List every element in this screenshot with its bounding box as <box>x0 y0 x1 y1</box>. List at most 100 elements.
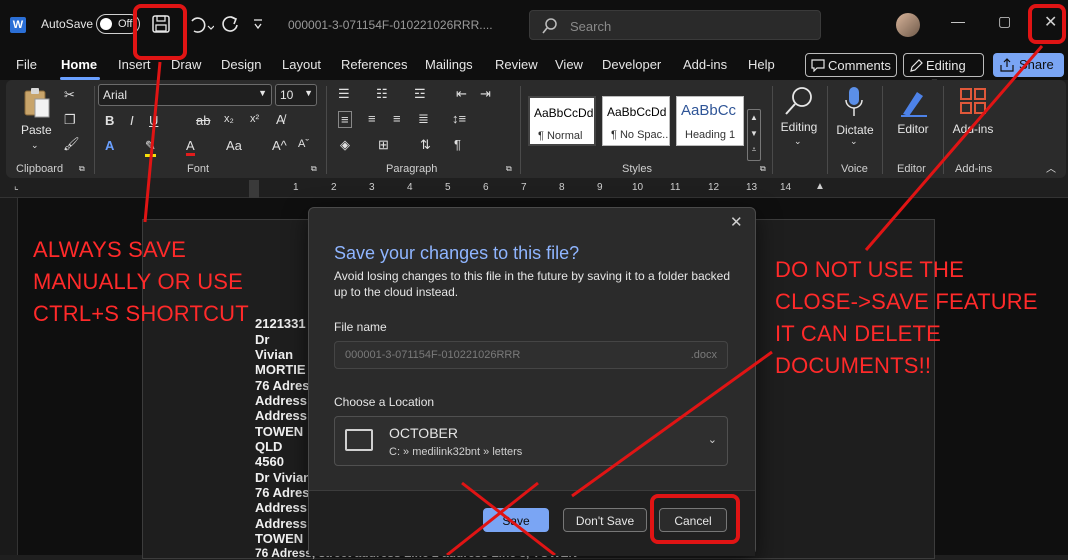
style-no-spacing[interactable]: AaBbCcDd ¶ No Spac... <box>602 96 670 146</box>
dialog-launcher-icon[interactable]: ⧉ <box>79 164 85 174</box>
save-button[interactable]: Save <box>483 508 549 532</box>
highlight-icon[interactable]: ✎ <box>145 138 156 157</box>
ruler-number: 9 <box>597 182 603 193</box>
dont-save-button[interactable]: Don't Save <box>563 508 647 532</box>
location-dropdown[interactable]: OCTOBER C: » medilink32bnt » letters ⌄ <box>334 416 728 466</box>
dialog-launcher-icon[interactable]: ⧉ <box>760 164 766 174</box>
ruler-number: 6 <box>483 182 489 193</box>
justify-icon[interactable]: ≣ <box>418 111 429 127</box>
group-clipboard-label: Clipboard <box>16 163 64 175</box>
clear-formatting-icon[interactable]: A̸ <box>276 112 285 127</box>
bold-icon[interactable]: B <box>105 113 114 128</box>
document-title[interactable]: 000001-3-071154F-010221026RRR.... <box>288 18 493 32</box>
tab-design[interactable]: Design <box>221 57 261 72</box>
addins-icon[interactable] <box>959 87 987 115</box>
bullets-icon[interactable]: ☰ <box>338 86 350 102</box>
dialog-title: Save your changes to this file? <box>334 243 580 263</box>
multilevel-list-icon[interactable]: ☲ <box>414 86 426 102</box>
text-effects-icon[interactable]: A <box>105 138 114 153</box>
chevron-down-icon[interactable]: ⌄ <box>850 136 858 147</box>
tab-mailings[interactable]: Mailings <box>425 57 473 72</box>
paste-icon[interactable] <box>22 87 52 119</box>
document-line: QLD <box>255 439 283 454</box>
search-box[interactable]: Search <box>529 10 821 40</box>
paste-label[interactable]: Paste <box>21 123 52 137</box>
dialog-close-icon[interactable]: ✕ <box>730 213 743 231</box>
tab-addins[interactable]: Add-ins <box>683 57 727 72</box>
editing-mode-button[interactable]: Editing ▼ <box>903 53 984 87</box>
font-name-dropdown[interactable]: Arial ▼ <box>98 84 272 106</box>
underline-icon[interactable]: U <box>149 113 158 128</box>
editor-icon[interactable] <box>899 86 929 118</box>
copy-icon[interactable]: ❐ <box>64 112 76 128</box>
style-normal[interactable]: AaBbCcDd ¶ Normal <box>528 96 596 146</box>
annotation-line: ALWAYS SAVE <box>33 237 186 262</box>
line-spacing-icon[interactable]: ↕≡ <box>452 111 466 126</box>
maximize-icon[interactable]: ▢ <box>998 13 1011 30</box>
addins-button[interactable]: Add-ins <box>950 122 996 136</box>
numbering-icon[interactable]: ☷ <box>376 86 388 102</box>
customize-toolbar-icon[interactable] <box>253 18 263 30</box>
indent-marker[interactable] <box>249 180 259 198</box>
superscript-icon[interactable]: x² <box>250 113 259 125</box>
annotation-note-left: ALWAYS SAVE MANUALLY OR USE CTRL+S SHORT… <box>33 234 249 330</box>
tab-help[interactable]: Help <box>748 57 775 72</box>
tab-references[interactable]: References <box>341 57 407 72</box>
align-left-icon[interactable]: ≡ <box>338 111 352 128</box>
styles-scroll[interactable]: ▲ ▼ ⩡ <box>747 109 761 161</box>
share-label: Share <box>1019 57 1054 72</box>
format-painter-icon[interactable]: 🖌 <box>63 136 80 152</box>
tab-review[interactable]: Review <box>495 57 538 72</box>
tab-home[interactable]: Home <box>61 57 97 72</box>
undo-icon[interactable] <box>188 15 214 35</box>
decrease-indent-icon[interactable]: ⇤ <box>456 86 467 102</box>
minimize-icon[interactable]: — <box>951 13 965 29</box>
dialog-launcher-icon[interactable]: ⧉ <box>506 164 512 174</box>
increase-indent-icon[interactable]: ⇥ <box>480 86 491 102</box>
microphone-icon[interactable] <box>844 86 864 120</box>
dictate-button[interactable]: Dictate <box>832 123 878 137</box>
divider <box>520 86 521 174</box>
tab-selector-icon[interactable]: ⌞ <box>14 181 19 192</box>
file-name-field[interactable]: 000001-3-071154F-010221026RRR .docx <box>334 341 728 369</box>
subscript-icon[interactable]: x₂ <box>224 113 234 125</box>
tab-developer[interactable]: Developer <box>602 57 661 72</box>
show-formatting-icon[interactable]: ¶ <box>454 137 461 152</box>
align-center-icon[interactable]: ≡ <box>368 111 376 126</box>
editing-group-button[interactable]: Editing <box>776 120 822 134</box>
borders-icon[interactable]: ⊞ <box>378 137 389 153</box>
align-right-icon[interactable]: ≡ <box>393 111 401 126</box>
strikethrough-icon[interactable]: ab <box>196 113 210 128</box>
divider <box>772 86 773 174</box>
avatar[interactable] <box>896 13 920 37</box>
sort-icon[interactable]: ⇅ <box>420 137 431 153</box>
document-line: TOWEN <box>255 424 304 439</box>
tab-layout[interactable]: Layout <box>282 57 321 72</box>
share-button[interactable]: Share <box>993 53 1064 77</box>
style-heading-1[interactable]: AaBbCc Heading 1 <box>676 96 744 146</box>
tab-view[interactable]: View <box>555 57 583 72</box>
annotation-line: CLOSE->SAVE FEATURE <box>775 289 1038 314</box>
divider <box>326 86 327 174</box>
collapse-ribbon-icon[interactable]: ︿ <box>1046 160 1056 175</box>
grow-font-icon[interactable]: A^ <box>272 138 287 153</box>
change-case-icon[interactable]: Aa <box>226 138 242 153</box>
autosave-state: Off <box>118 18 133 30</box>
italic-icon[interactable]: I <box>130 113 134 128</box>
comments-button[interactable]: Comments <box>805 53 897 77</box>
chevron-down-icon: ⌄ <box>707 434 717 446</box>
editor-button[interactable]: Editor <box>890 122 936 136</box>
tab-file[interactable]: File <box>16 57 37 72</box>
chevron-down-icon[interactable]: ⌄ <box>794 136 802 147</box>
font-color-icon[interactable]: A <box>186 138 195 156</box>
dialog-launcher-icon[interactable]: ⧉ <box>311 164 317 174</box>
file-name-label: File name <box>334 320 387 334</box>
right-indent-marker[interactable]: ▲ <box>815 181 825 192</box>
shading-icon[interactable]: ◈ <box>340 137 350 153</box>
shrink-font-icon[interactable]: Aˇ <box>298 138 309 150</box>
paste-dropdown-icon[interactable]: ⌄ <box>31 140 39 151</box>
cut-icon[interactable]: ✂ <box>64 87 75 103</box>
font-size-dropdown[interactable]: 10 ▼ <box>275 84 317 106</box>
find-icon[interactable] <box>784 86 814 116</box>
redo-icon[interactable] <box>220 14 240 34</box>
